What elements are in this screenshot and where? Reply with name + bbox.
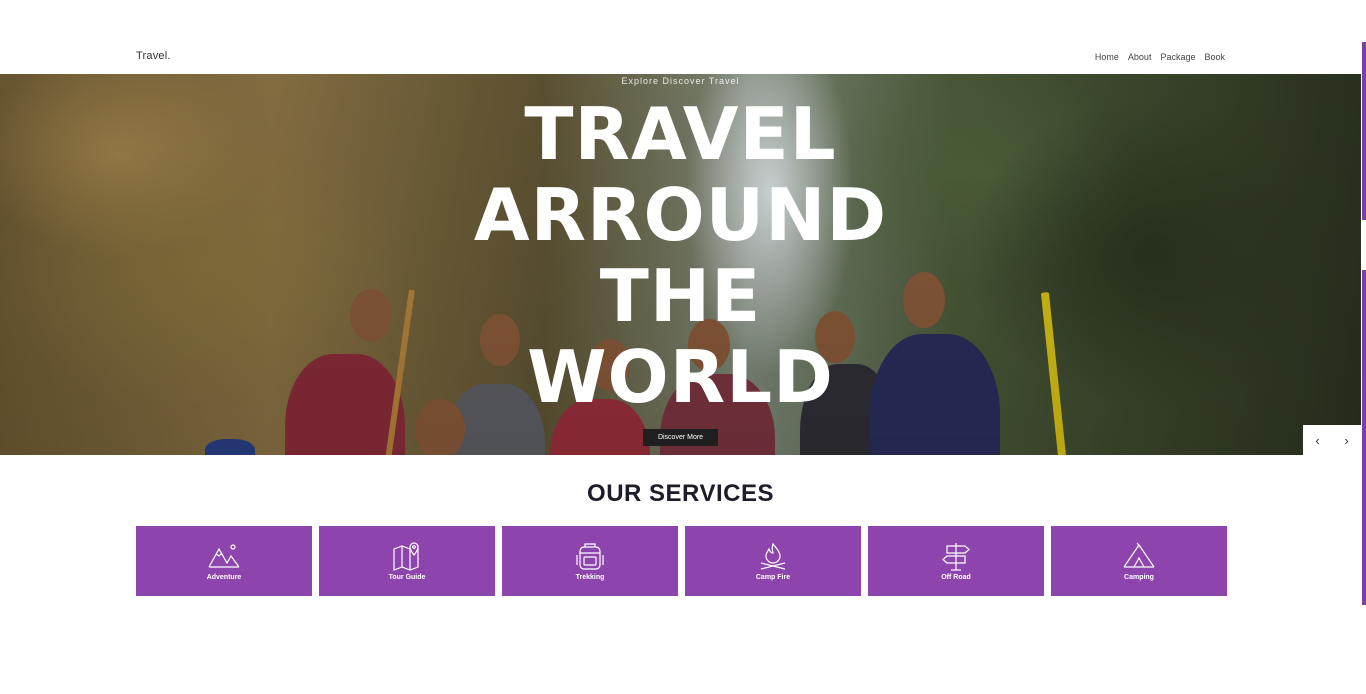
nav-link-home[interactable]: Home [1095, 52, 1119, 62]
hero-title-line: ARROUND [473, 173, 888, 257]
service-card-tour-guide[interactable]: Tour Guide [319, 526, 495, 596]
service-label: Trekking [575, 574, 605, 581]
chevron-right-icon[interactable]: › [1344, 433, 1348, 448]
campfire-icon [760, 542, 786, 570]
hero-title-line: THE [599, 254, 762, 338]
service-label: Tour Guide [388, 574, 426, 581]
discover-more-button[interactable]: Discover More [643, 429, 718, 446]
service-card-trekking[interactable]: Trekking [502, 526, 678, 596]
scrollbar-gap [1362, 220, 1366, 270]
map-pin-icon [393, 542, 419, 571]
nav-link-book[interactable]: Book [1204, 52, 1225, 62]
service-card-adventure[interactable]: Adventure [136, 526, 312, 596]
service-label: Camp Fire [755, 574, 791, 581]
backpack-icon [576, 543, 604, 570]
chevron-left-icon[interactable]: ‹ [1315, 433, 1319, 448]
service-label: Camping [1124, 574, 1154, 581]
service-card-camping[interactable]: Camping [1051, 526, 1227, 596]
services-grid: Adventure Tour Guide Trekking Camp Fire [136, 526, 1227, 596]
nav-link-about[interactable]: About [1128, 52, 1152, 62]
service-card-off-road[interactable]: Off Road [868, 526, 1044, 596]
tent-icon [1123, 542, 1155, 568]
signpost-icon [942, 543, 970, 571]
hero-title-line: TRAVEL [524, 92, 837, 176]
brand-logo[interactable]: Travel. [136, 50, 171, 62]
service-card-camp-fire[interactable]: Camp Fire [685, 526, 861, 596]
service-label: Adventure [206, 574, 242, 581]
nav-link-package[interactable]: Package [1160, 52, 1195, 62]
nav-links: Home About Package Book [1095, 52, 1225, 62]
hero-title-line: WORLD [527, 335, 834, 419]
service-label: Off Road [941, 574, 971, 581]
services-title: OUR SERVICES [587, 480, 774, 507]
hero-title: TRAVEL ARROUND THE WORLD [0, 94, 1361, 418]
hero-tagline: Explore Discover Travel [621, 76, 740, 86]
slider-controls: ‹ › [1303, 425, 1361, 455]
mountain-icon [208, 544, 240, 568]
navbar: Travel. Home About Package Book [0, 40, 1366, 74]
scrollbar-track[interactable] [1362, 42, 1366, 605]
